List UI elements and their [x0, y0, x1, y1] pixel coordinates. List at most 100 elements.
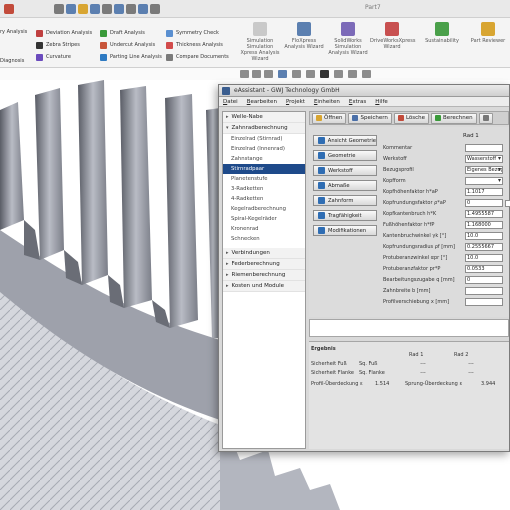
thickness-analysis-button[interactable]: Thickness Analysis: [166, 41, 223, 49]
bearbeitungszugabe-input[interactable]: 0: [465, 276, 503, 284]
tree-group-federberechnung[interactable]: ▸ Federberechnung: [223, 259, 305, 270]
hide-show-icon[interactable]: [320, 70, 329, 78]
tree-item-einzelrad-innenrad[interactable]: Einzelrad (Innenrad): [223, 144, 305, 154]
delete-icon: [397, 115, 404, 121]
select-icon[interactable]: [126, 4, 136, 14]
home-icon[interactable]: [54, 4, 64, 14]
open-button[interactable]: Öffnen: [312, 112, 347, 124]
save-button[interactable]: Speichern: [348, 112, 392, 124]
print-icon[interactable]: [102, 4, 112, 14]
simulation-analysis-wizard-button[interactable]: SolidWorks Simulation Analysis Wizard: [326, 22, 370, 56]
tree-group-kosten[interactable]: ▸ Kosten und Module: [223, 281, 305, 292]
btn-ansicht-geometrie[interactable]: Ansicht Geometrie: [313, 135, 377, 146]
btn-zahnform[interactable]: Zahnform: [313, 195, 377, 206]
kopfkantenbruch-input[interactable]: 1.4955587: [465, 210, 503, 218]
kopfrundung-checkbox[interactable]: [505, 199, 510, 207]
scene-icon[interactable]: [348, 70, 357, 78]
bezugsprofil-select[interactable]: Eigenes Bezugsprofil: [465, 166, 503, 174]
tree-item-3-radketten[interactable]: 3-Radketten: [223, 184, 305, 194]
draft-analysis-button[interactable]: Draft Analysis: [100, 29, 145, 37]
curvature-icon: [36, 53, 43, 61]
tree-item-schnecken[interactable]: Schnecken: [223, 234, 305, 244]
gear-window-titlebar[interactable]: eAssistant - GWJ Technology GmbH: [219, 85, 509, 97]
delete-button[interactable]: Lösche: [393, 112, 430, 124]
display-style-icon[interactable]: [306, 70, 315, 78]
menu-einheiten[interactable]: Einheiten: [314, 99, 340, 105]
ribbon-left-label-1: ry Analysis: [0, 29, 28, 35]
tree-item-spiral-kegelrad[interactable]: Spiral-Kegelräder: [223, 214, 305, 224]
kopfform-select[interactable]: [465, 177, 503, 185]
deviation-analysis-button[interactable]: Deviation Analysis: [36, 29, 92, 37]
zahnbreite-input[interactable]: [465, 287, 503, 295]
edit-appearance-icon[interactable]: [334, 70, 343, 78]
menu-hilfe[interactable]: Hilfe: [375, 99, 388, 105]
zebra-stripes-button[interactable]: Zebra Stripes: [36, 41, 80, 49]
expand-arrow-icon: ▸: [226, 114, 229, 120]
field-bezugsprofil: BezugsprofilEigenes Bezugsprofil: [383, 165, 503, 175]
kopfhoehenfaktor-input[interactable]: 1.1017: [465, 188, 503, 196]
symmetry-check-button[interactable]: Symmetry Check: [166, 29, 219, 37]
section-view-icon[interactable]: [278, 70, 287, 78]
options-icon[interactable]: [150, 4, 160, 14]
tree-item-planetenstufe[interactable]: Planetenstufe: [223, 174, 305, 184]
tree-group-riemenberechnung[interactable]: ▸ Riemenberechnung: [223, 270, 305, 281]
sustainability-button[interactable]: Sustainability: [420, 22, 464, 44]
view-orientation-icon[interactable]: [292, 70, 301, 78]
rebuild-icon[interactable]: [138, 4, 148, 14]
gear-calculation-window[interactable]: eAssistant - GWJ Technology GmbH Datei B…: [218, 84, 510, 452]
btn-werkstoff[interactable]: Werkstoff: [313, 165, 377, 176]
driveworks-button[interactable]: DriveWorksXpress Wizard: [370, 22, 415, 50]
kommentar-input[interactable]: [465, 144, 503, 152]
fusshoehenfaktor-input[interactable]: 1.168000: [465, 221, 503, 229]
simulation-xpress-button[interactable]: Simulation Simulation Xpress Analysis Wi…: [238, 22, 282, 62]
kopfrundungsradius-input[interactable]: 0.2555667: [465, 243, 503, 251]
tree-item-stirnradpaar[interactable]: Stirnradpaar: [223, 164, 305, 174]
profilverschiebung-input[interactable]: [465, 298, 503, 306]
view-icon: [318, 137, 325, 144]
material-icon: [318, 167, 325, 174]
tree-item-zahnstange[interactable]: Zahnstange: [223, 154, 305, 164]
undo-button[interactable]: [478, 112, 493, 124]
btn-modifikationen[interactable]: Modifikationen: [313, 225, 377, 236]
kopfrundung-input[interactable]: 0: [465, 199, 503, 207]
btn-tragfaehigkeit[interactable]: Tragfähigkeit: [313, 210, 377, 221]
expand-arrow-icon: ▸: [226, 261, 229, 267]
btn-geometrie[interactable]: Geometrie: [313, 150, 377, 161]
tree-item-einzelrad-stirnrad[interactable]: Einzelrad (Stirnrad): [223, 134, 305, 144]
previous-view-icon[interactable]: [264, 70, 273, 78]
menu-bearbeiten[interactable]: Bearbeiten: [247, 99, 277, 105]
curvature-button[interactable]: Curvature: [36, 53, 71, 61]
tree-item-kronenrad[interactable]: Kronenrad: [223, 224, 305, 234]
protuberanzwinkel-input[interactable]: 10.0: [465, 254, 503, 262]
menu-extras[interactable]: Extras: [349, 99, 366, 105]
calculate-button[interactable]: Berechnen: [431, 112, 477, 124]
zoom-area-icon[interactable]: [252, 70, 261, 78]
undo-icon[interactable]: [114, 4, 124, 14]
save-icon[interactable]: [90, 4, 100, 14]
compare-documents-button[interactable]: Compare Documents: [166, 53, 229, 61]
zoom-fit-icon[interactable]: [240, 70, 249, 78]
werkstoff-select[interactable]: Wasserstoff: [465, 155, 503, 163]
protuberanzfaktor-input[interactable]: 0.0533: [465, 265, 503, 273]
tree-group-zahnradberechnung[interactable]: ▾ Zahnradberechnung: [223, 123, 305, 134]
window-title: Part7: [365, 4, 381, 11]
result-row-fuss: Sicherheit Fuß Sq. Fuß --- ---: [311, 360, 474, 367]
tree-item-4-radketten[interactable]: 4-Radketten: [223, 194, 305, 204]
view-settings-icon[interactable]: [362, 70, 371, 78]
menu-datei[interactable]: Datei: [223, 99, 238, 105]
part-reviewer-button[interactable]: Part Reviewer: [466, 22, 510, 44]
floxpress-button[interactable]: FloXpress Analysis Wizard: [282, 22, 326, 50]
btn-abmasse[interactable]: Abmaße: [313, 180, 377, 191]
reviewer-icon: [481, 22, 495, 36]
new-document-icon[interactable]: [66, 4, 76, 14]
tree-item-kegelrad[interactable]: Kegelradberechnung: [223, 204, 305, 214]
module-tree: ▸ Welle-Nabe ▾ Zahnradberechnung Einzelrad…: [222, 111, 306, 449]
kantenbruchwinkel-input[interactable]: 10.0: [465, 232, 503, 240]
open-folder-icon[interactable]: [78, 4, 88, 14]
undercut-analysis-button[interactable]: Undercut Analysis: [100, 41, 155, 49]
parting-line-button[interactable]: Parting Line Analysis: [100, 53, 162, 61]
tree-group-verbindungen[interactable]: ▸ Verbindungen: [223, 248, 305, 259]
tree-group-welle-nabe[interactable]: ▸ Welle-Nabe: [223, 112, 305, 123]
menu-projekt[interactable]: Projekt: [286, 99, 305, 105]
app-logo-icon[interactable]: [4, 4, 14, 14]
